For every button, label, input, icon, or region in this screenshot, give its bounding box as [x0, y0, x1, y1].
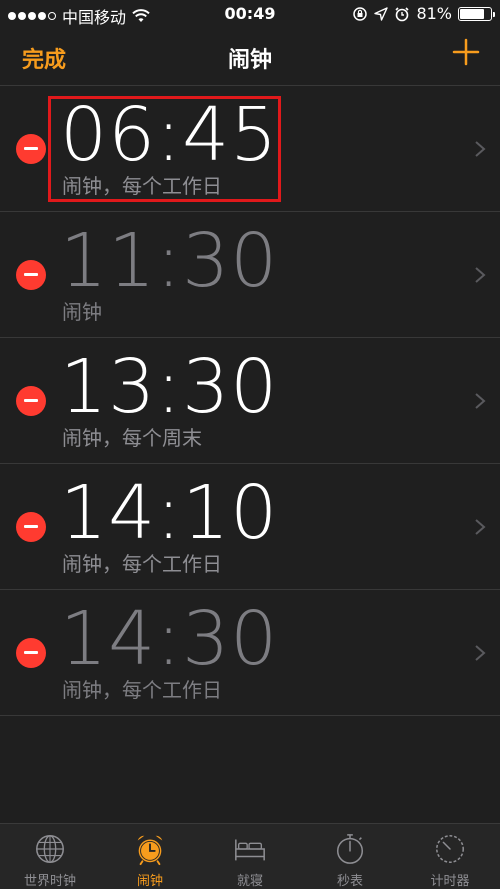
battery-percent: 81%: [416, 4, 452, 23]
tab-label: 世界时钟: [23, 874, 76, 889]
tab-label: 就寝: [236, 874, 263, 889]
delete-alarm-button[interactable]: [16, 637, 46, 668]
tab-world-clock[interactable]: 世界时钟: [0, 824, 100, 889]
chevron-right-icon: [475, 644, 486, 661]
tab-bar: 世界时钟 闹钟 就寝 秒表 计时器: [0, 823, 500, 889]
alarm-row[interactable]: 06:45 闹钟，每个工作日: [0, 86, 500, 212]
delete-alarm-button[interactable]: [16, 259, 46, 290]
alarm-row[interactable]: 11:30 闹钟: [0, 212, 500, 338]
tab-timer[interactable]: 计时器: [400, 824, 500, 889]
battery-icon: [458, 6, 495, 21]
battery-level: [460, 8, 485, 19]
tab-label: 闹钟: [136, 874, 163, 889]
add-alarm-button[interactable]: [452, 38, 480, 66]
globe-icon: [36, 835, 64, 863]
tab-label: 秒表: [336, 874, 363, 889]
alarm-row[interactable]: 14:30 闹钟，每个工作日: [0, 590, 500, 716]
stopwatch-icon: [336, 834, 364, 864]
alarm-label: 闹钟，每个工作日: [62, 552, 222, 576]
tab-label: 计时器: [430, 874, 470, 889]
alarm-label: 闹钟: [62, 300, 102, 324]
annotation-highlight-box: [48, 96, 281, 202]
navigation-bar: 完成 闹钟: [0, 28, 500, 86]
bed-icon: [235, 839, 265, 861]
alarm-time: 14:30: [60, 596, 279, 682]
alarm-label: 闹钟，每个周末: [62, 426, 202, 450]
tab-stopwatch[interactable]: 秒表: [300, 824, 400, 889]
alarm-label: 闹钟，每个工作日: [62, 678, 222, 702]
alarm-row[interactable]: 14:10 闹钟，每个工作日: [0, 464, 500, 590]
alarm-clock-icon: [137, 835, 163, 866]
chevron-right-icon: [475, 392, 486, 409]
status-right: 81%: [352, 4, 495, 23]
alarm-time: 14:10: [60, 470, 279, 556]
tab-alarm[interactable]: 闹钟: [100, 824, 200, 889]
chevron-right-icon: [475, 266, 486, 283]
chevron-right-icon: [475, 140, 486, 157]
page-title: 闹钟: [227, 48, 272, 73]
alarm-list: 06:45 闹钟，每个工作日 11:30 闹钟 13:30 闹钟，每个周末 14:10 闹钟，…: [0, 86, 500, 716]
tab-bedtime[interactable]: 就寝: [200, 824, 300, 889]
location-icon: [374, 6, 389, 21]
alarm-status-icon: [395, 6, 410, 21]
orientation-lock-icon: [353, 6, 368, 21]
alarm-time: 13:30: [60, 344, 279, 430]
alarm-row[interactable]: 13:30 闹钟，每个周末: [0, 338, 500, 464]
delete-alarm-button[interactable]: [16, 133, 46, 164]
chevron-right-icon: [475, 518, 486, 535]
delete-alarm-button[interactable]: [16, 385, 46, 416]
status-bar: 中国移动 00:49 81%: [0, 0, 500, 28]
delete-alarm-button[interactable]: [16, 511, 46, 542]
alarm-time: 11:30: [60, 218, 279, 304]
timer-icon: [436, 835, 464, 863]
